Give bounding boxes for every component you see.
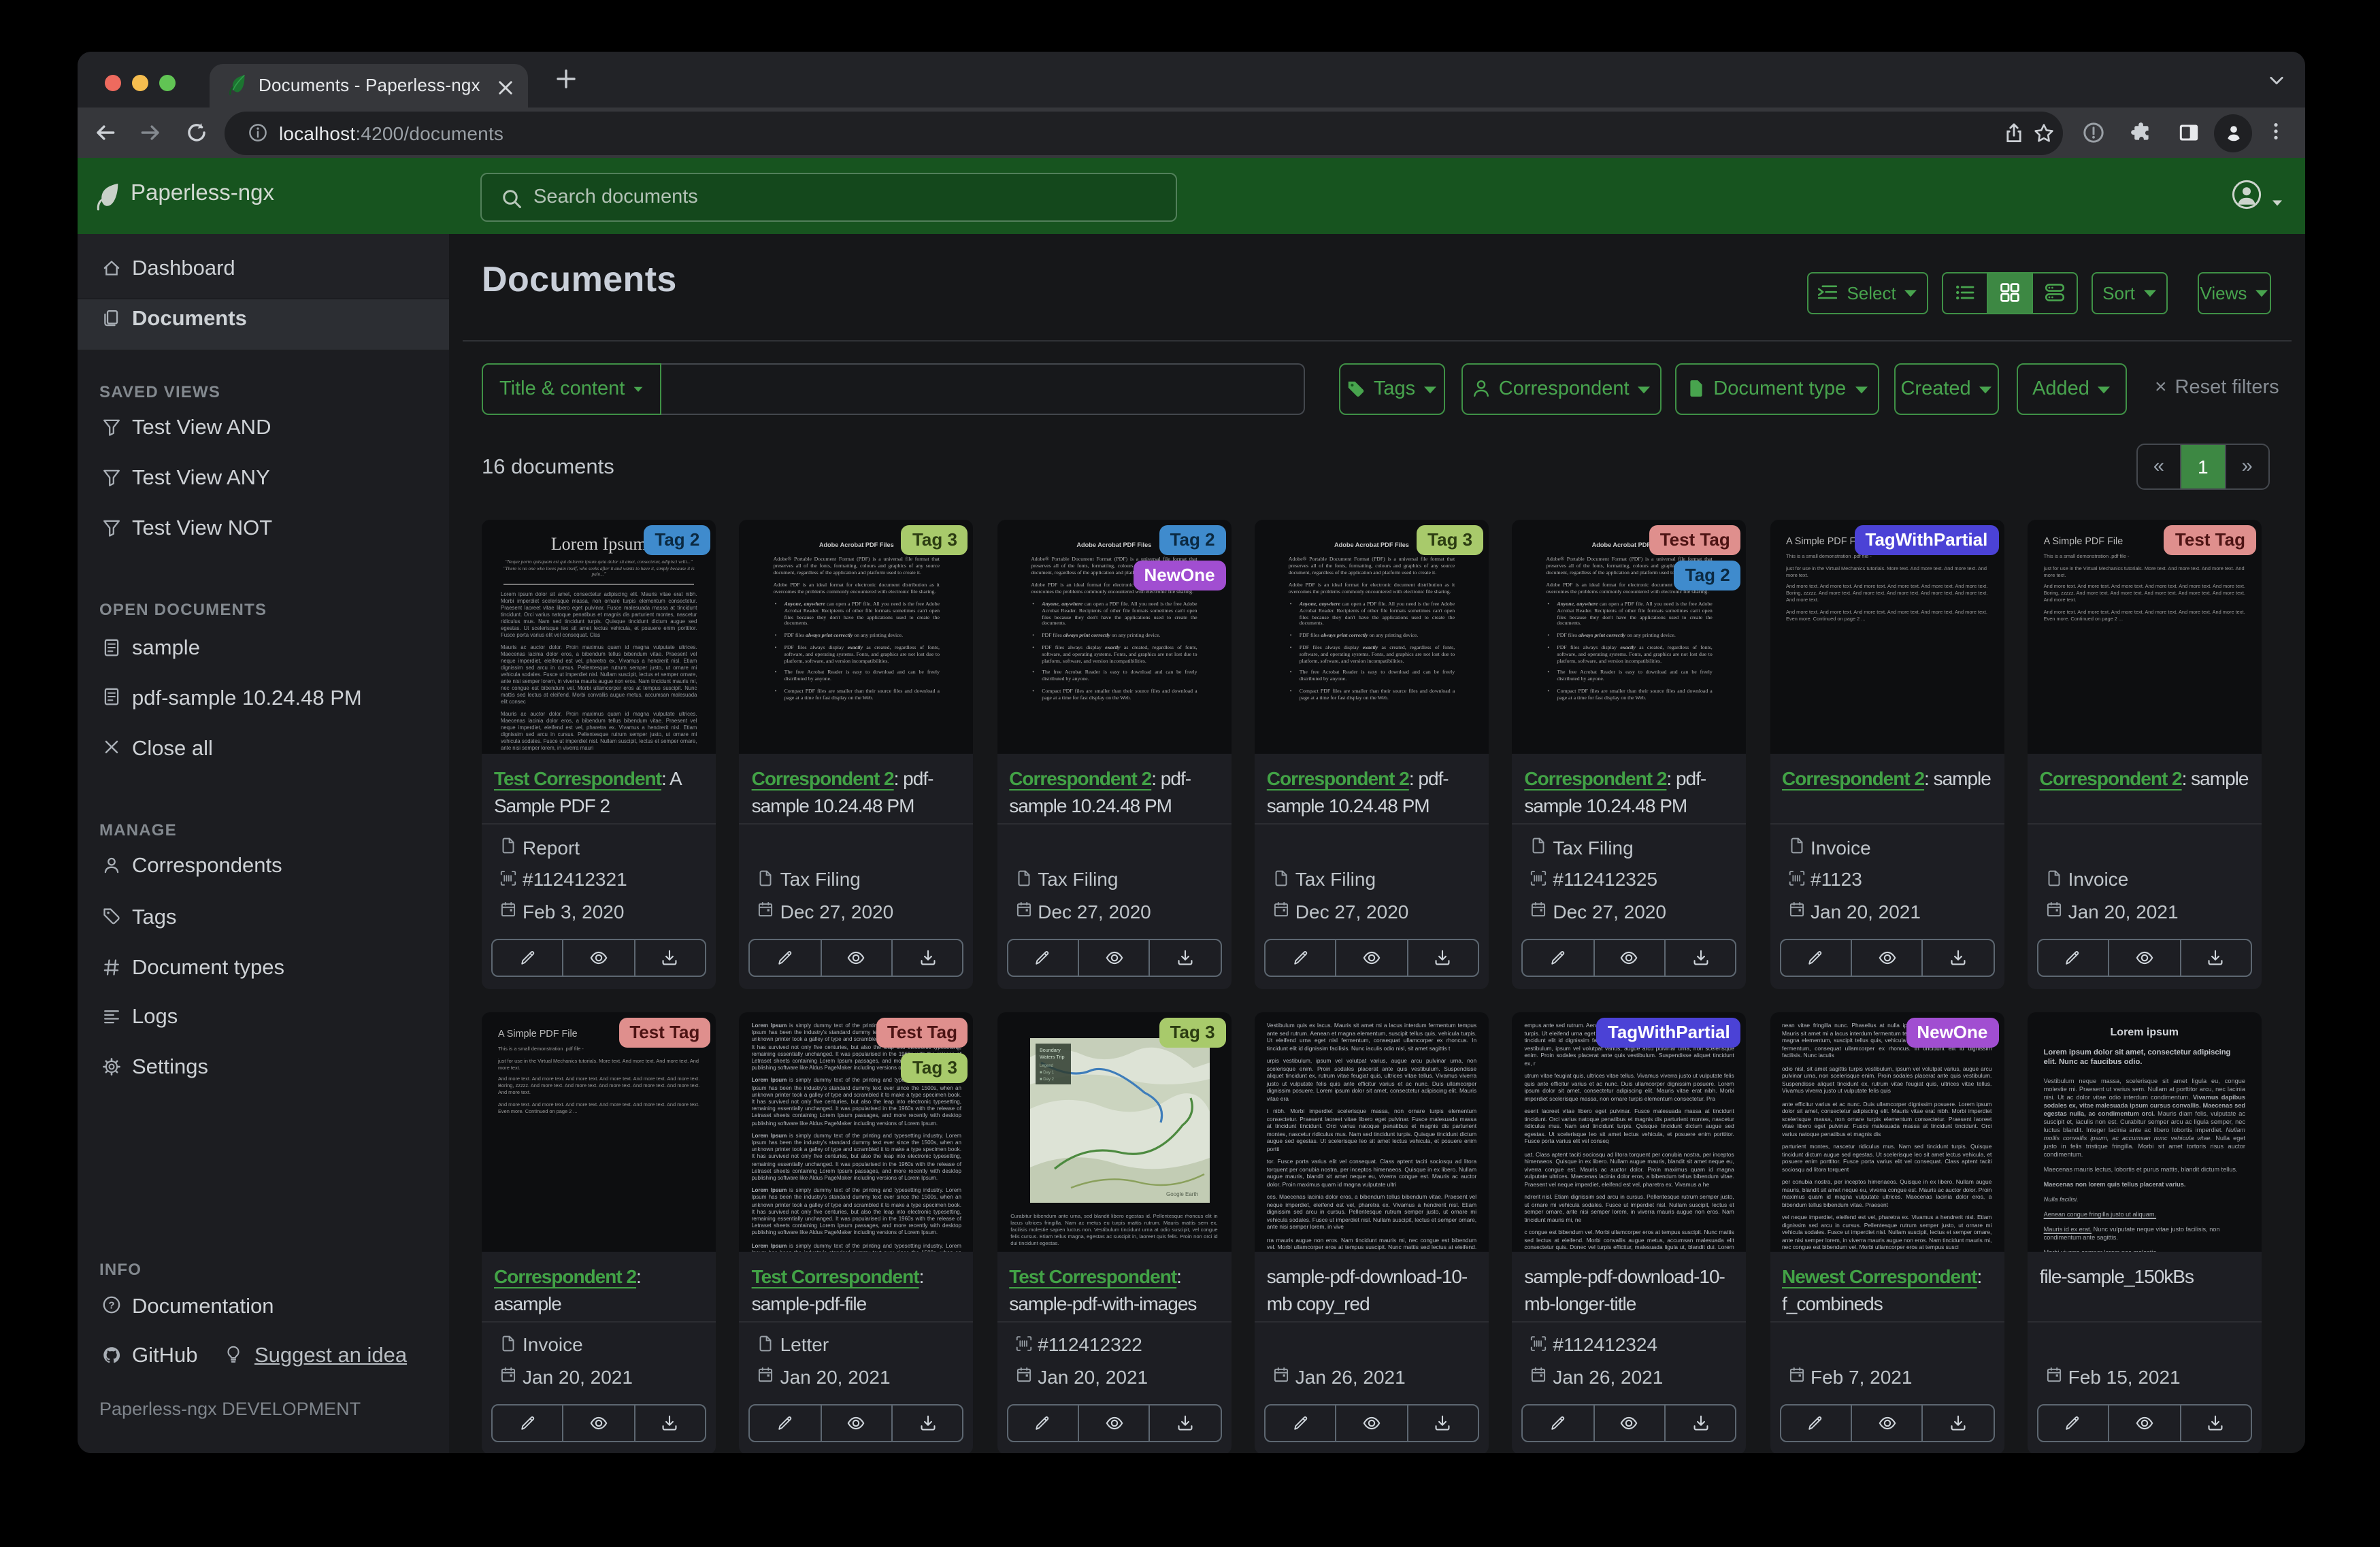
- svg-text:■ Day 2: ■ Day 2: [1039, 1078, 1054, 1082]
- svg-text:■ Day 1: ■ Day 1: [1039, 1071, 1054, 1075]
- svg-text:Boundary: Boundary: [1039, 1047, 1060, 1053]
- svg-text:Legend: Legend: [1039, 1064, 1053, 1068]
- svg-text:Google Earth: Google Earth: [1166, 1191, 1197, 1197]
- svg-text:?: ?: [108, 1300, 114, 1312]
- svg-text:Waters Trip: Waters Trip: [1039, 1054, 1063, 1060]
